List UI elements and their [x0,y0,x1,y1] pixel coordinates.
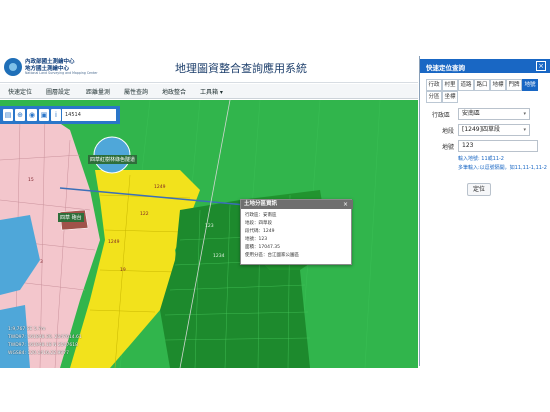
popup-section-code: 段代碼：1249 [245,229,275,234]
section-label: 地段 [442,128,455,135]
popup-parcel-number: 地號：123 [245,237,268,242]
zoom-icon[interactable]: ⊕ [15,109,25,121]
info-icon[interactable]: i [51,109,61,121]
menu-toolbox-label: 工具箱 [200,89,219,96]
menu-bar: 快速定位 圖層設定 距離量測 屬性查詢 地政整合 工具箱 ▾ [0,84,418,99]
parcel-input-hint: 輸入地號: 11或11-2 [458,156,504,162]
parcel-label: 1249 [108,240,120,245]
menu-attribute-query[interactable]: 屬性查詢 [124,87,148,96]
panel-header: 快速定位查詢 × [420,59,550,73]
section-select[interactable]: [1249]四草段 ▾ [458,124,530,136]
parcel-label: 122 [140,212,149,217]
popup-close-button[interactable]: × [343,201,348,208]
popup-section: 地段：四草段 [245,221,272,226]
popup-area: 面積：17047.35 [245,245,280,250]
coord-twd97-2: TWD97: 161948.18 N 2547618 [8,343,78,348]
scale-input[interactable]: 14514 [62,109,116,121]
district-select[interactable]: 安南區 ▾ [458,108,530,120]
tab-address[interactable]: 門牌 [506,79,522,91]
pin-icon[interactable]: ◉ [27,109,37,121]
tab-coordinates[interactable]: 坐標 [442,91,458,103]
section-value: [1249]四草段 [462,126,500,133]
menu-layer-settings[interactable]: 圖層設定 [46,87,70,96]
map-canvas [0,100,418,368]
menu-distance-measure[interactable]: 距離量測 [86,87,110,96]
app-title: 地理圖資整合查詢應用系統 [175,62,307,75]
coord-wgs84: WGS84: 120.1416,22.9877 [8,351,69,356]
tab-zoning[interactable]: 分區 [426,91,442,103]
panel-close-button[interactable]: × [536,61,546,71]
quick-locate-panel: 快速定位查詢 × 行政 村里 道路 路口 地標 門牌 地號 分區 坐標 行政區 … [419,56,550,366]
coord-scale: 1:9,767 SE 5.7m [8,327,46,332]
tab-landmark[interactable]: 地標 [490,79,506,91]
layers-icon[interactable]: ▤ [3,109,13,121]
popup-title: 土地分區資訊 [241,200,353,209]
logo-line-3: National Land Surveying and Mapping Cent… [25,71,98,75]
multi-input-hint: 多筆輸入:以逗號隔開，如11,11-1,11-2 [458,165,547,171]
parcel-label: 15 [28,178,34,183]
parcel-label: 1234 [213,254,225,259]
app-header: 內政部國土測繪中心 地方國土測繪中心 National Land Surveyi… [0,53,418,83]
place-label-fort: 四草 砲台 [58,213,84,222]
parcel-label: 19 [120,268,126,273]
tab-village[interactable]: 村里 [442,79,458,91]
parcel-label: 1249 [154,185,166,190]
popup-zoning: 使用分區：台江國家公園區 [245,253,299,258]
tab-intersection[interactable]: 路口 [474,79,490,91]
chevron-down-icon: ▾ [523,127,526,133]
locate-button[interactable]: 定位 [467,183,491,196]
logo[interactable]: 內政部國土測繪中心 地方國土測繪中心 National Land Surveyi… [4,55,134,81]
menu-toolbox[interactable]: 工具箱 ▾ [200,87,223,96]
caret-down-icon: ▾ [218,89,223,96]
parcel-label: 123 [205,224,214,229]
map-toolbar: ▤ ⊕ ◉ ▣ i 14514 [0,106,120,124]
chevron-down-icon: ▾ [523,111,526,117]
map-view[interactable]: 四草紅樹林綠色隧道 四草 砲台 1249 122 1249 123 1234 1… [0,100,418,368]
tab-admin[interactable]: 行政 [426,79,442,91]
parcel-number-label: 地號 [442,144,455,151]
logo-icon [4,58,22,76]
district-label: 行政區 [432,112,451,119]
menu-land-integration[interactable]: 地政整合 [162,87,186,96]
tab-road[interactable]: 道路 [458,79,474,91]
parcel-label: 3 [40,260,43,265]
locate-tabs: 行政 村里 道路 路口 地標 門牌 地號 分區 坐標 [426,79,547,105]
district-value: 安南區 [462,110,481,117]
parcel-info-popup: 土地分區資訊 × 行政區：安南區 地段：四草段 段代碼：1249 地號：123 … [240,199,353,265]
menu-quick-locate[interactable]: 快速定位 [8,87,32,96]
popup-district: 行政區：安南區 [245,213,277,218]
coord-twd97-1: TWD97: 161848.30, 2547614.61 [8,335,82,340]
panel-title: 快速定位查詢 [426,64,465,72]
tab-parcel[interactable]: 地號 [522,79,538,91]
parcel-number-input[interactable]: 123 [458,140,538,152]
place-label-mangrove: 四草紅樹林綠色隧道 [88,155,138,164]
app-window: 內政部國土測繪中心 地方國土測繪中心 National Land Surveyi… [0,0,550,412]
print-icon[interactable]: ▣ [39,109,49,121]
